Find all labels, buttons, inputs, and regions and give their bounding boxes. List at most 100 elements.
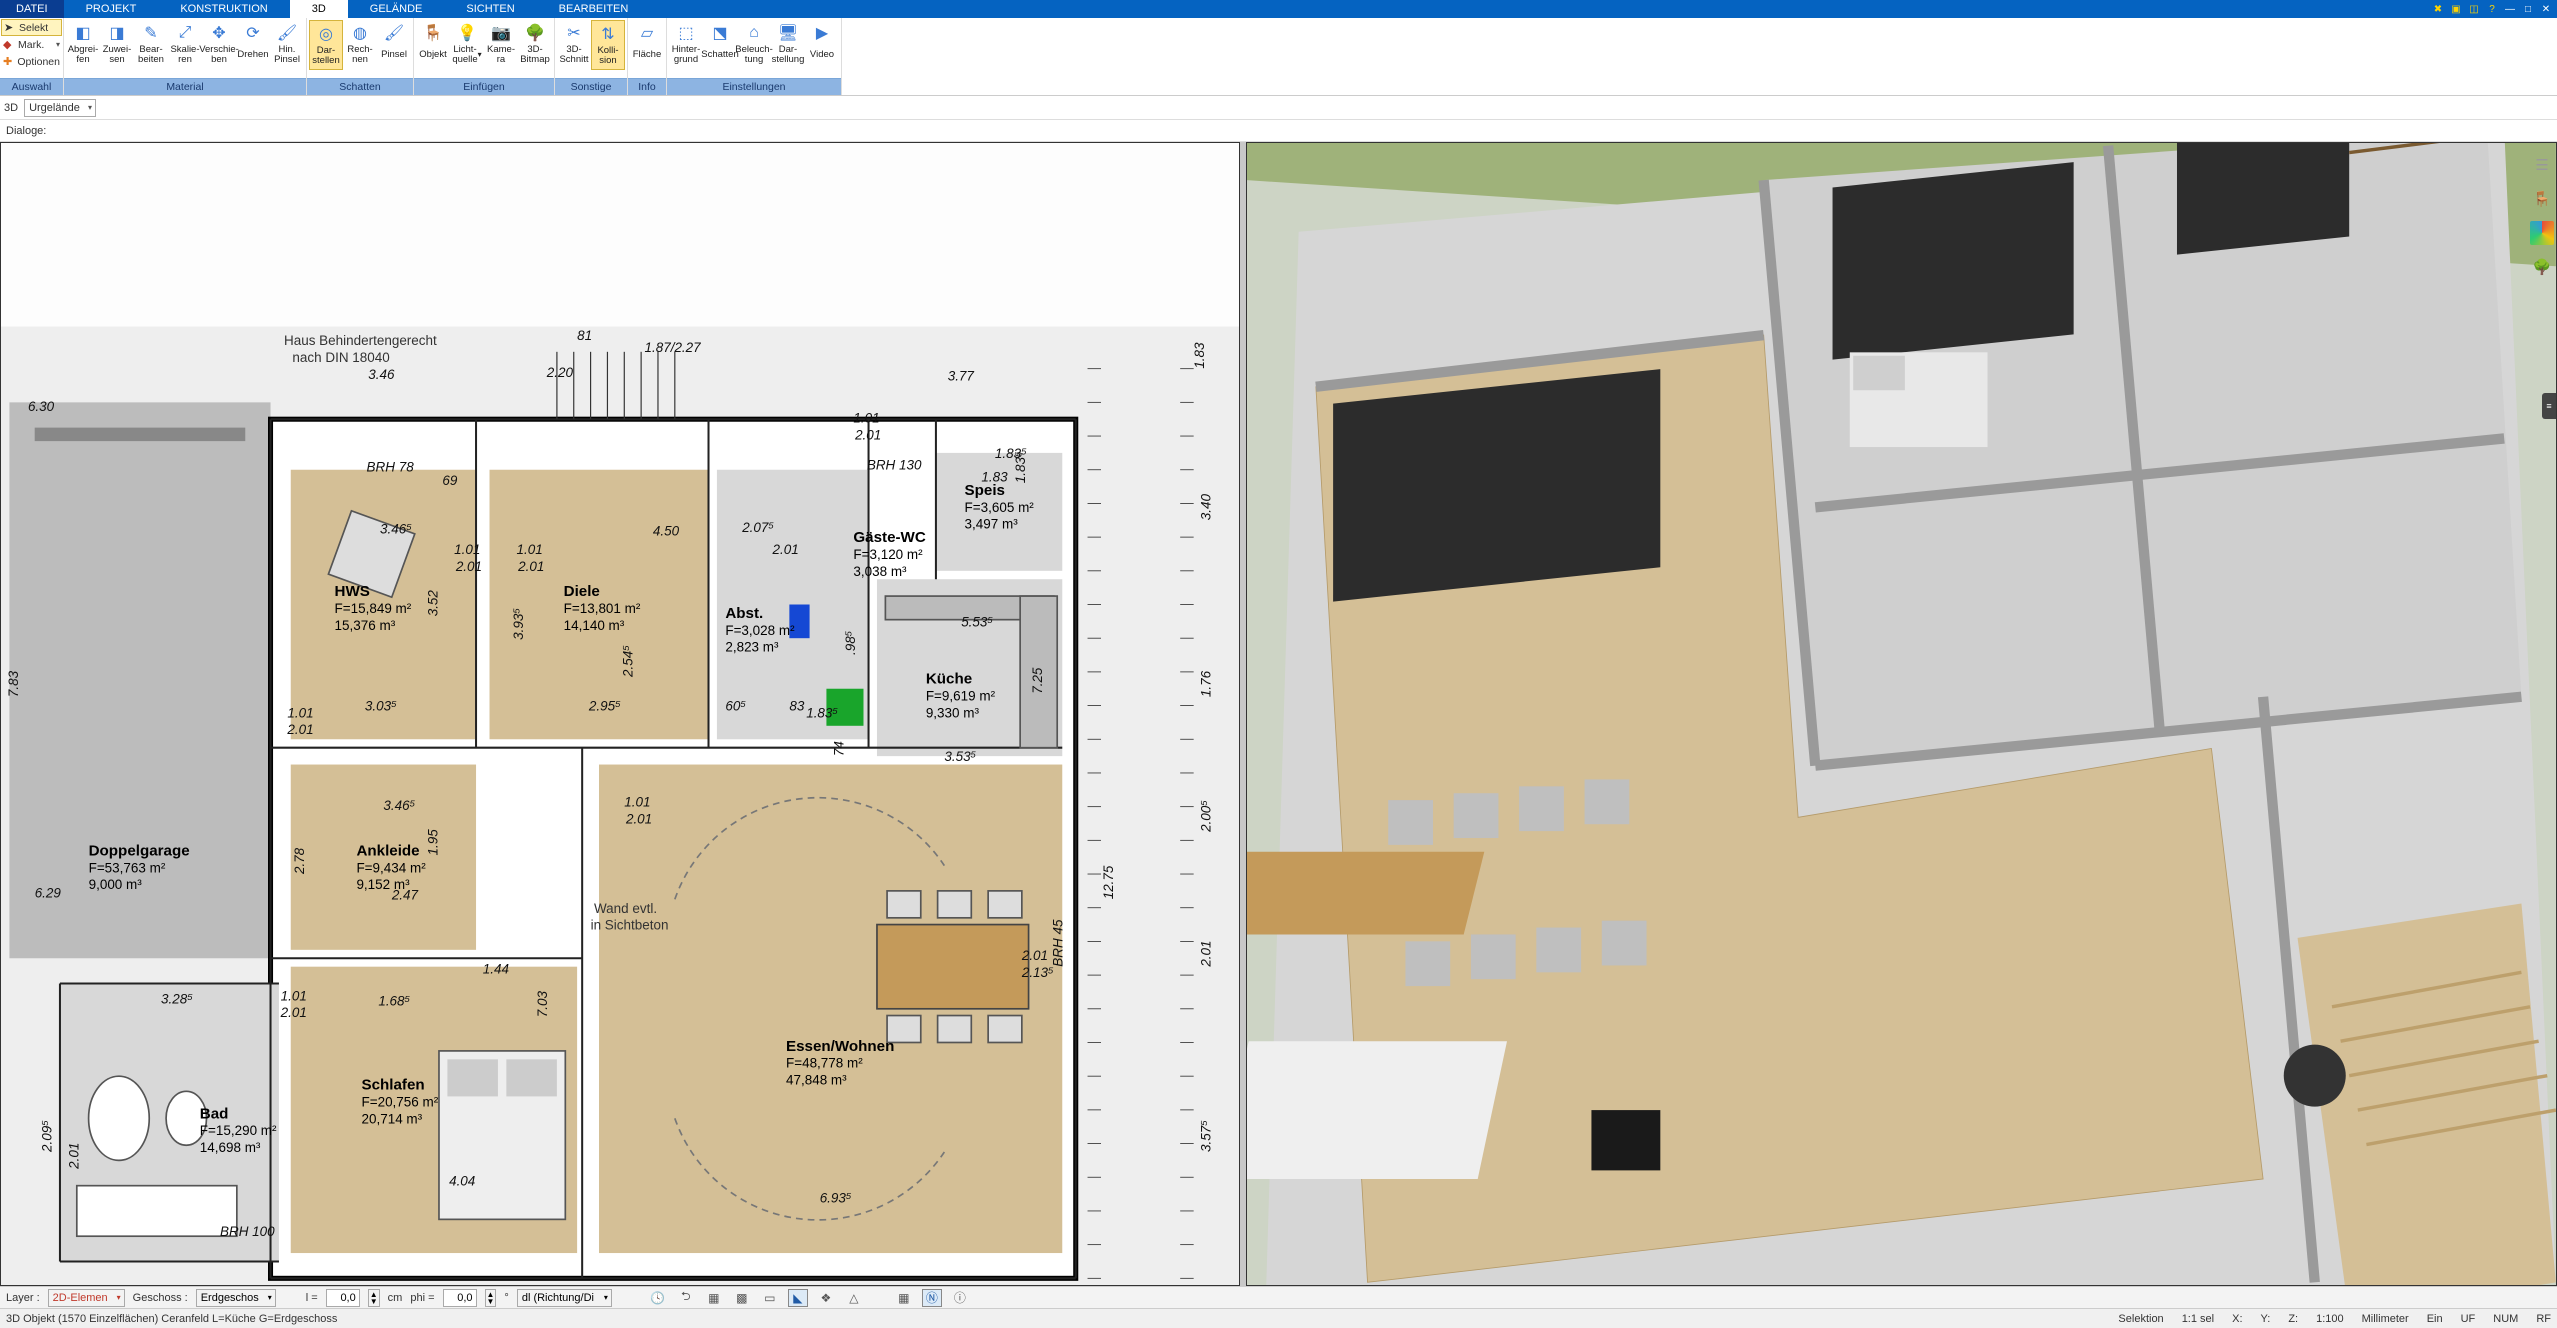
kollision-button[interactable]: ⇅Kolli-sion	[591, 20, 625, 70]
length-input[interactable]	[326, 1289, 360, 1307]
svg-text:F=48,778 m²: F=48,778 m²	[786, 1056, 863, 1071]
ruler-icon[interactable]: ⓘ	[950, 1289, 970, 1307]
svg-text:15,376 m³: 15,376 m³	[335, 618, 396, 633]
mark-button[interactable]: ◆ Mark. ▾	[1, 36, 62, 53]
3d-view-pane[interactable]: ☰ 🪑 🌳 ≡	[1246, 142, 2557, 1286]
menu-3d[interactable]: 3D	[290, 0, 348, 18]
triangle-icon[interactable]: △	[844, 1289, 864, 1307]
svg-text:2.13⁵: 2.13⁵	[1021, 965, 1054, 980]
rechnen-label: Rech-nen	[347, 44, 372, 66]
pinsel-button[interactable]: 🖌Pinsel	[377, 20, 411, 68]
svg-text:4.04: 4.04	[449, 1174, 475, 1189]
grid-icon[interactable]: ▦	[894, 1289, 914, 1307]
lichtquelle-button[interactable]: 💡Licht-quelle	[450, 20, 484, 68]
abgreifen-button[interactable]: ◧Abgrei-fen	[66, 20, 100, 68]
svg-text:Küche: Küche	[926, 671, 972, 688]
svg-text:3.93⁵: 3.93⁵	[511, 608, 526, 640]
north-icon[interactable]: Ⓝ	[922, 1289, 942, 1307]
dl-combo[interactable]: dl (Richtung/Di	[517, 1289, 612, 1307]
close-icon[interactable]: ✕	[2539, 2, 2553, 16]
view3d-vertical-toolbar: ☰ 🪑 🌳	[2530, 153, 2554, 279]
svg-text:3.46⁵: 3.46⁵	[383, 798, 415, 813]
svg-text:2.07⁵: 2.07⁵	[741, 520, 774, 535]
cube1-icon[interactable]: ▦	[704, 1289, 724, 1307]
hinpinsel-label: Hin.Pinsel	[274, 44, 300, 66]
side-panel-toggle[interactable]: ≡	[2542, 393, 2556, 419]
geschoss-combo[interactable]: Erdgeschos	[196, 1289, 276, 1307]
ribbon: ➤ Selekt ◆ Mark. ▾ ✚ Optionen Auswahl ◧A…	[0, 18, 2557, 96]
drehen-button[interactable]: ⟳Drehen	[236, 20, 270, 68]
clock-icon[interactable]: 🕓	[648, 1289, 668, 1307]
bitmap3d-icon: 🌳	[522, 22, 548, 44]
layers2-icon[interactable]: ❖	[816, 1289, 836, 1307]
selekt-button[interactable]: ➤ Selekt	[1, 19, 62, 36]
menu-bearbeiten[interactable]: BEARBEITEN	[537, 0, 651, 18]
svg-text:14,140 m³: 14,140 m³	[564, 618, 625, 633]
menu-gelaende[interactable]: GELÄNDE	[348, 0, 445, 18]
menu-file[interactable]: DATEI	[0, 0, 64, 18]
menu-konstruktion[interactable]: KONSTRUKTION	[158, 0, 289, 18]
length-spinner[interactable]: ▲▼	[368, 1289, 380, 1307]
group-label-einstellungen: Einstellungen	[667, 78, 841, 95]
terrain-combo[interactable]: Urgelände	[24, 99, 96, 117]
phi-spinner[interactable]: ▲▼	[485, 1289, 497, 1307]
tool-icon[interactable]: ✖	[2431, 2, 2445, 16]
video-button[interactable]: ▶Video	[805, 20, 839, 68]
svg-text:2.09⁵: 2.09⁵	[40, 1120, 55, 1153]
phi-input[interactable]	[443, 1289, 477, 1307]
objekt-button[interactable]: 🪑Objekt	[416, 20, 450, 68]
schnitt3d-button[interactable]: ✂3D-Schnitt	[557, 20, 591, 68]
layers-icon[interactable]: ☰	[2530, 153, 2554, 177]
hintergrund-button[interactable]: ⬚Hinter-grund	[669, 20, 703, 68]
bearbeiten-button[interactable]: ✎Bear-beiten	[134, 20, 168, 68]
help-icon[interactable]: ?	[2485, 2, 2499, 16]
skalieren-button[interactable]: ⤢Skalie-ren	[168, 20, 202, 68]
window-icon[interactable]: ▭	[760, 1289, 780, 1307]
chair-icon[interactable]: 🪑	[2530, 187, 2554, 211]
mark-label: Mark.	[18, 39, 44, 51]
group-label-material: Material	[64, 78, 306, 95]
svg-text:6.29: 6.29	[35, 886, 62, 901]
menu-sichten[interactable]: SICHTEN	[444, 0, 536, 18]
cube2-icon[interactable]: ▩	[732, 1289, 752, 1307]
svg-text:Doppelgarage: Doppelgarage	[89, 843, 190, 860]
rechnen-button[interactable]: ◍Rech-nen	[343, 20, 377, 68]
svg-text:Gäste-WC: Gäste-WC	[853, 529, 925, 546]
svg-text:1.01: 1.01	[281, 988, 307, 1003]
svg-text:3.77: 3.77	[948, 368, 975, 383]
view-subbar: 3D Urgelände	[0, 96, 2557, 120]
visibility-icon[interactable]: ◣	[788, 1289, 808, 1307]
svg-text:nach DIN 18040: nach DIN 18040	[292, 350, 389, 365]
svg-text:2.01: 2.01	[517, 559, 544, 574]
optionen-label: Optionen	[17, 56, 60, 68]
minimize-icon[interactable]: —	[2503, 2, 2517, 16]
zuweisen-button[interactable]: ◨Zuwei-sen	[100, 20, 134, 68]
hinpinsel-button[interactable]: 🖌Hin.Pinsel	[270, 20, 304, 68]
bitmap3d-button[interactable]: 🌳3D-Bitmap	[518, 20, 552, 68]
tree-icon[interactable]: 🌳	[2530, 255, 2554, 279]
svg-text:Wand evtl.: Wand evtl.	[594, 901, 657, 916]
pinsel-label: Pinsel	[381, 44, 407, 66]
svg-text:7.25: 7.25	[1030, 667, 1045, 694]
svg-text:BRH 45: BRH 45	[1050, 919, 1065, 967]
back-icon[interactable]: ⮌	[676, 1289, 696, 1307]
verschieben-label: Verschie-ben	[199, 44, 239, 66]
color-icon[interactable]	[2530, 221, 2554, 245]
flaeche-button[interactable]: ▱Fläche	[630, 20, 664, 68]
menu-projekt[interactable]: PROJEKT	[64, 0, 159, 18]
darstellung-button[interactable]: 🖥Dar-stellung	[771, 20, 805, 68]
optionen-button[interactable]: ✚ Optionen	[1, 53, 62, 70]
darstellen-button[interactable]: ◎Dar-stellen	[309, 20, 343, 70]
layer-combo[interactable]: 2D-Elemen	[48, 1289, 125, 1307]
kamera-button[interactable]: 📷Kame-ra	[484, 20, 518, 68]
ribbon-group-auswahl: ➤ Selekt ◆ Mark. ▾ ✚ Optionen Auswahl	[0, 18, 64, 95]
maximize-icon[interactable]: □	[2521, 2, 2535, 16]
beleuchtung-button[interactable]: ⌂Beleuch-tung	[737, 20, 771, 68]
window-icon[interactable]: ▣	[2449, 2, 2463, 16]
window-icon2[interactable]: ◫	[2467, 2, 2481, 16]
verschieben-button[interactable]: ✥Verschie-ben	[202, 20, 236, 68]
2d-plan-pane[interactable]: DoppelgarageF=53,763 m²9,000 m³HWSF=15,8…	[0, 142, 1240, 1286]
schatten2-button[interactable]: ⬔Schatten	[703, 20, 737, 68]
kollision-icon: ⇅	[595, 23, 621, 45]
svg-text:F=20,756 m²: F=20,756 m²	[361, 1094, 438, 1109]
